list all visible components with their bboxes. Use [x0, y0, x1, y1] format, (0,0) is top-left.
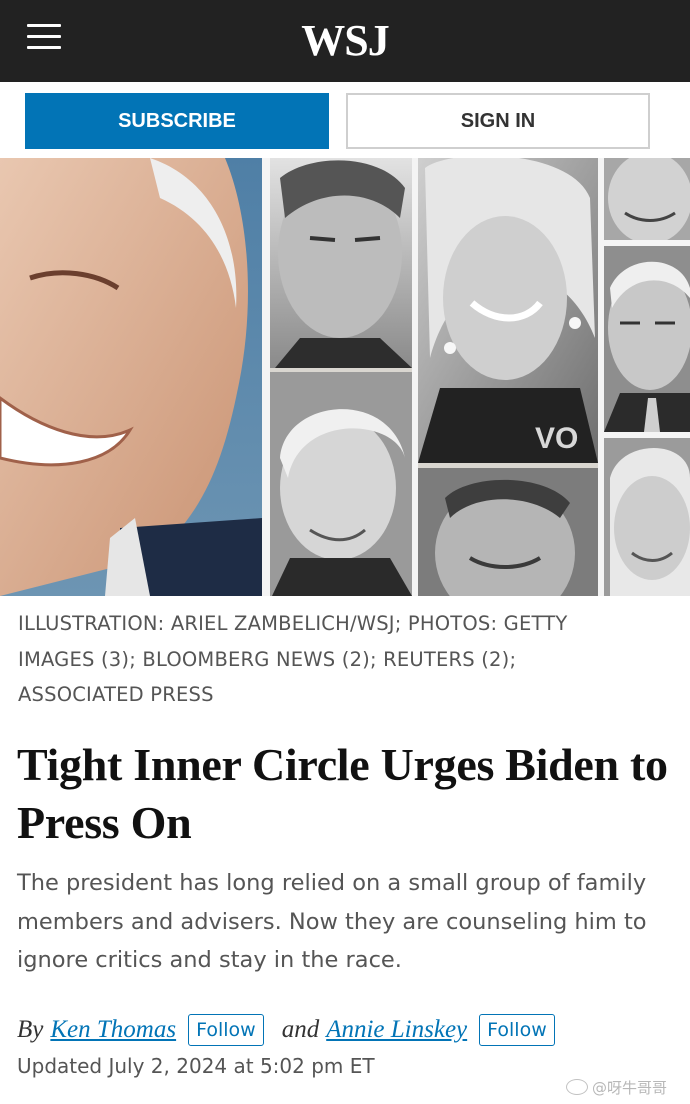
portrait-gray-1 [270, 158, 412, 368]
wsj-logo[interactable]: WSJ [0, 16, 690, 66]
article-headline: Tight Inner Circle Urges Biden to Press … [17, 739, 668, 848]
portrait-left-color [0, 158, 262, 596]
byline-by-label: By [17, 1016, 44, 1043]
article-summary: The president has long relied on a small… [17, 870, 647, 973]
weibo-watermark: @呀牛哥哥 [566, 1073, 690, 1101]
byline: By Ken Thomas Follow and Annie Linskey F… [17, 1012, 555, 1048]
author-link-ken-thomas[interactable]: Ken Thomas [50, 1016, 176, 1044]
byline-and-label: and [281, 1016, 320, 1043]
portrait-gray-right-1 [604, 158, 690, 244]
hero-photo-collage: VO [0, 158, 690, 596]
top-navigation-bar: WSJ [0, 0, 690, 82]
author-link-annie-linskey[interactable]: Annie Linskey [326, 1016, 467, 1044]
portrait-gray-right-3 [604, 438, 690, 596]
weibo-icon [566, 1079, 588, 1095]
svg-text:VO: VO [535, 422, 578, 455]
portrait-gray-2 [270, 372, 412, 596]
watermark-text: @呀牛哥哥 [592, 1078, 668, 1097]
follow-button-author-2[interactable]: Follow [479, 1014, 555, 1046]
subscribe-button[interactable]: SUBSCRIBE [25, 93, 329, 149]
follow-button-author-1[interactable]: Follow [188, 1014, 264, 1046]
photo-credit-caption: ILLUSTRATION: ARIEL ZAMBELICH/WSJ; PHOTO… [18, 612, 568, 706]
updated-timestamp: Updated July 2, 2024 at 5:02 pm ET [17, 1054, 375, 1078]
portrait-gray-center: VO [418, 158, 598, 463]
portrait-gray-bottom-center [418, 468, 598, 596]
sign-in-button[interactable]: SIGN IN [346, 93, 650, 149]
portrait-gray-right-2 [604, 246, 690, 432]
